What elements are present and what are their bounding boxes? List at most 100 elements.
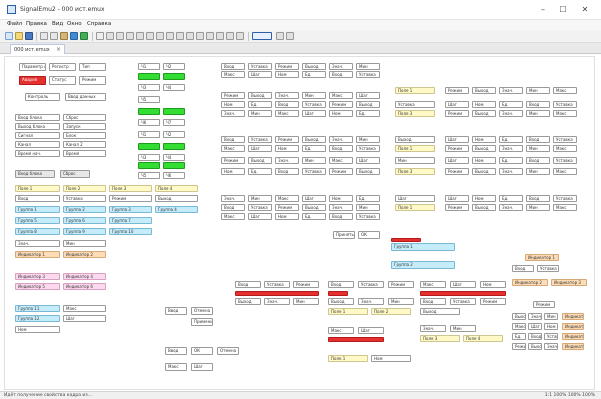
field-type[interactable]: Тип bbox=[79, 63, 106, 71]
right-grid-cell[interactable]: Знач. bbox=[499, 110, 523, 117]
field-h1[interactable]: Макс bbox=[328, 327, 354, 334]
field-e3[interactable]: Режим bbox=[388, 281, 414, 288]
cyan-field-5[interactable]: Группа 5 bbox=[15, 217, 60, 224]
white-field-b[interactable]: Уставка bbox=[63, 195, 106, 202]
grid-cell[interactable]: Вход bbox=[275, 168, 299, 175]
field-r14[interactable]: Выход bbox=[528, 343, 542, 350]
grid-cell[interactable]: Уставка bbox=[248, 136, 272, 143]
grid-cell[interactable]: Выход bbox=[248, 92, 272, 99]
yellow-field-4[interactable]: Поле 4 bbox=[155, 185, 198, 192]
right-grid-cell[interactable]: Мин bbox=[526, 110, 550, 117]
right-grid-cell[interactable]: Мин bbox=[526, 168, 550, 175]
grid-cell[interactable]: Шаг bbox=[356, 92, 380, 99]
grid-top-cell[interactable]: Выход bbox=[302, 63, 326, 70]
grid-cell[interactable]: Ном bbox=[275, 145, 299, 152]
right-grid-cell[interactable]: Выход bbox=[472, 204, 496, 211]
right-grid-cell[interactable]: Режим bbox=[445, 145, 469, 152]
grid-cell[interactable]: Мин bbox=[248, 195, 272, 202]
cyan-bar-1[interactable]: Группа 1 bbox=[391, 243, 455, 251]
white-field-i[interactable]: Ном bbox=[15, 326, 60, 333]
grid-cell[interactable]: Режим bbox=[221, 157, 245, 164]
grid-top-cell[interactable]: Режим bbox=[275, 63, 299, 70]
grid-cell[interactable]: Мин bbox=[302, 157, 326, 164]
orange-field-6[interactable]: Индикатор 4 bbox=[562, 313, 584, 320]
copy-icon[interactable] bbox=[50, 32, 58, 40]
right-grid-cell[interactable]: Режим bbox=[445, 87, 469, 94]
cancel-button[interactable]: Отмена bbox=[191, 307, 213, 315]
orange-field-2[interactable]: Индикатор 2 bbox=[63, 251, 106, 258]
save-icon[interactable] bbox=[25, 32, 33, 40]
orange-field-9[interactable]: Индикатор 1 bbox=[562, 343, 584, 350]
field-f2[interactable]: Шаг bbox=[450, 281, 476, 288]
field-r4[interactable]: Выход bbox=[512, 313, 526, 320]
field-g12[interactable]: Ч5 bbox=[138, 172, 160, 179]
grid-cell[interactable]: Ед. bbox=[302, 145, 326, 152]
undo-icon[interactable] bbox=[70, 32, 78, 40]
field-status[interactable]: Статус bbox=[49, 76, 76, 85]
field-r9[interactable]: Ном bbox=[544, 323, 558, 330]
right-panel-cell[interactable]: Выход bbox=[395, 136, 435, 143]
yellow-field-8[interactable]: Поле 4 bbox=[463, 335, 503, 342]
lock-icon[interactable] bbox=[186, 32, 194, 40]
grid-cell[interactable]: Вход bbox=[221, 204, 245, 211]
new-icon[interactable] bbox=[5, 32, 13, 40]
grid-top-cell[interactable]: Знач. bbox=[329, 63, 353, 70]
field-c4[interactable]: Выход bbox=[235, 298, 261, 305]
menu-window[interactable]: Окно bbox=[67, 21, 82, 27]
field-f4[interactable]: Вход bbox=[420, 298, 446, 305]
grid-top-cell[interactable]: Вход bbox=[329, 71, 353, 78]
field-channel[interactable]: Канал bbox=[15, 141, 60, 148]
grid-cell[interactable]: Мин bbox=[248, 110, 272, 117]
grid-top-cell[interactable]: Ед. bbox=[302, 71, 326, 78]
grid-cell[interactable]: Знач. bbox=[221, 110, 245, 117]
field-r5[interactable]: Знач. bbox=[528, 313, 542, 320]
right-grid-cell[interactable]: Уставка bbox=[553, 195, 577, 202]
right-grid-cell[interactable]: Знач. bbox=[499, 145, 523, 152]
field-block-in[interactable]: Вход блока bbox=[15, 114, 60, 121]
grid-cell[interactable]: Режим bbox=[329, 101, 353, 108]
field-g6[interactable]: Ч6 bbox=[138, 119, 160, 126]
field-f7[interactable]: Выход bbox=[420, 308, 460, 315]
field-g4[interactable]: Ч4 bbox=[163, 84, 185, 91]
grid-cell[interactable]: Ед. bbox=[248, 101, 272, 108]
right-panel-cell[interactable]: Мин bbox=[395, 157, 435, 164]
settings-icon[interactable] bbox=[96, 32, 104, 40]
grid-top-cell[interactable]: Уставка bbox=[356, 71, 380, 78]
field-f9[interactable]: Мин bbox=[450, 325, 476, 332]
grid-cell[interactable]: Макс bbox=[221, 145, 245, 152]
white-field-f[interactable]: Мин bbox=[63, 240, 106, 247]
right-grid-cell[interactable]: Выход bbox=[472, 168, 496, 175]
grid-cell[interactable]: Мин bbox=[302, 92, 326, 99]
apply-button[interactable]: Применить bbox=[191, 318, 213, 326]
field-r3[interactable]: Режим bbox=[533, 301, 555, 308]
cyan-field-8[interactable]: Группа 8 bbox=[15, 228, 60, 235]
cyan-field-6[interactable]: Группа 6 bbox=[63, 217, 106, 224]
grid-cell[interactable]: Ед. bbox=[302, 213, 326, 220]
grid-cell[interactable]: Вход bbox=[329, 213, 353, 220]
white-field-d[interactable]: Выход bbox=[155, 195, 198, 202]
grid-top-cell[interactable]: Макс bbox=[221, 71, 245, 78]
right-grid-cell[interactable]: Режим bbox=[445, 204, 469, 211]
cyan-field-1[interactable]: Группа 1 bbox=[15, 206, 60, 213]
grid-cell[interactable]: Ном bbox=[329, 195, 353, 202]
white-field-g[interactable]: Макс bbox=[63, 305, 106, 312]
grid-cell[interactable]: Выход bbox=[356, 168, 380, 175]
field-d3[interactable]: Отмена bbox=[217, 347, 239, 355]
grid-cell[interactable]: Ед. bbox=[356, 110, 380, 117]
menu-help[interactable]: Справка bbox=[87, 21, 111, 27]
right-grid-cell[interactable]: Шаг bbox=[445, 136, 469, 143]
field-reset[interactable]: Сброс bbox=[63, 114, 106, 121]
right-grid-cell[interactable]: Макс bbox=[553, 145, 577, 152]
right-panel-cell[interactable]: Шаг bbox=[395, 195, 435, 202]
right-panel-cell[interactable]: Поле 3 bbox=[395, 110, 435, 117]
field-c5[interactable]: Знач. bbox=[264, 298, 290, 305]
right-grid-cell[interactable]: Шаг bbox=[445, 157, 469, 164]
field-h3[interactable]: Ном bbox=[371, 355, 411, 362]
right-grid-cell[interactable]: Макс bbox=[553, 204, 577, 211]
pink-field-2[interactable]: Индикатор 4 bbox=[63, 273, 106, 280]
accept-button[interactable]: Принять bbox=[333, 231, 355, 239]
grid-cell[interactable]: Шаг bbox=[248, 213, 272, 220]
right-grid-cell[interactable]: Ном bbox=[472, 157, 496, 164]
yellow-field-5[interactable]: Поле 1 bbox=[328, 308, 368, 315]
field-f5[interactable]: Уставка bbox=[450, 298, 476, 305]
